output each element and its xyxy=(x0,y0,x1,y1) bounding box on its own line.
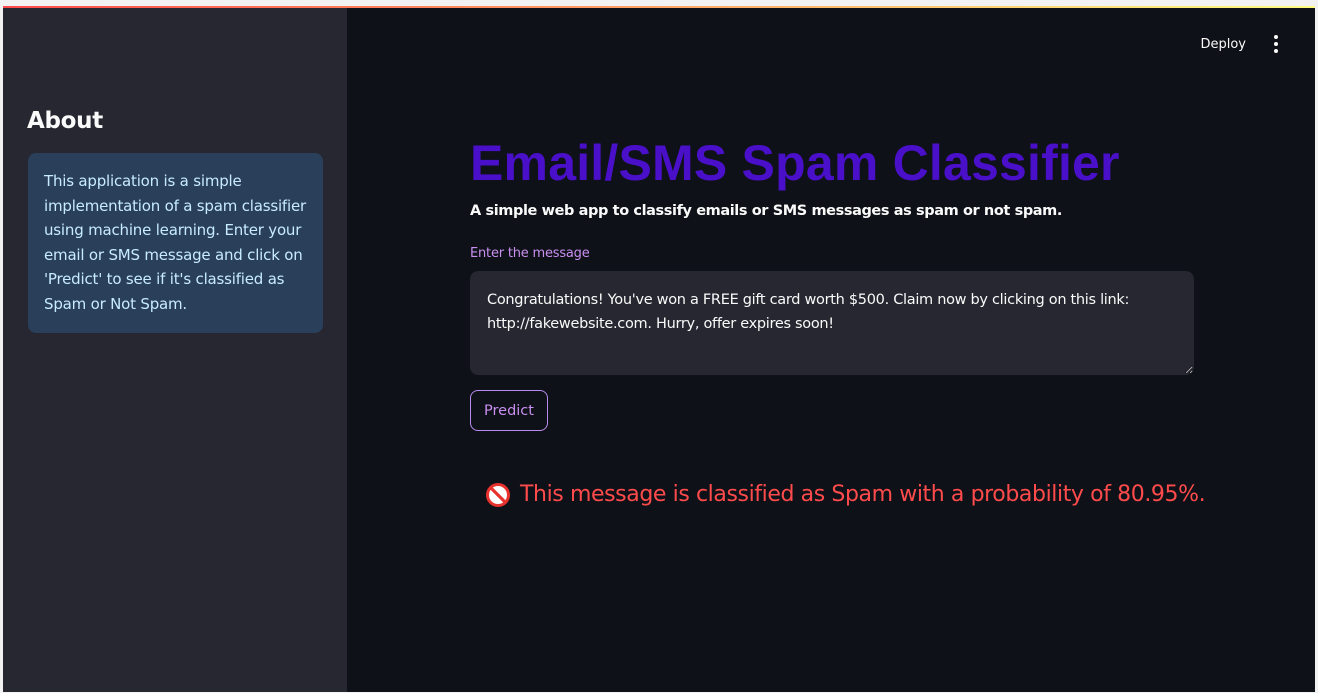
result-message: This message is classified as Spam with … xyxy=(486,482,1206,507)
menu-dot xyxy=(1274,35,1278,39)
more-vertical-icon[interactable] xyxy=(1264,30,1288,58)
menu-dot xyxy=(1274,42,1278,46)
no-entry-icon xyxy=(486,482,510,507)
page-title: Email/SMS Spam Classifier xyxy=(470,135,1120,191)
sidebar: About This application is a simple imple… xyxy=(3,6,347,692)
about-info-box: This application is a simple implementat… xyxy=(28,153,323,333)
result-text: This message is classified as Spam with … xyxy=(520,482,1206,507)
main-content: Email/SMS Spam Classifier A simple web a… xyxy=(470,6,1206,692)
header-decoration-bar xyxy=(3,6,1315,8)
sidebar-heading: About xyxy=(27,108,103,134)
menu-dot xyxy=(1274,49,1278,53)
toolbar: Deploy xyxy=(1190,30,1315,58)
app-window: About This application is a simple imple… xyxy=(3,6,1315,692)
deploy-button[interactable]: Deploy xyxy=(1190,33,1256,56)
predict-button[interactable]: Predict xyxy=(470,390,548,431)
message-input-label: Enter the message xyxy=(470,246,590,261)
page-subtitle: A simple web app to classify emails or S… xyxy=(470,203,1062,219)
message-input[interactable]: Congratulations! You've won a FREE gift … xyxy=(470,271,1194,375)
